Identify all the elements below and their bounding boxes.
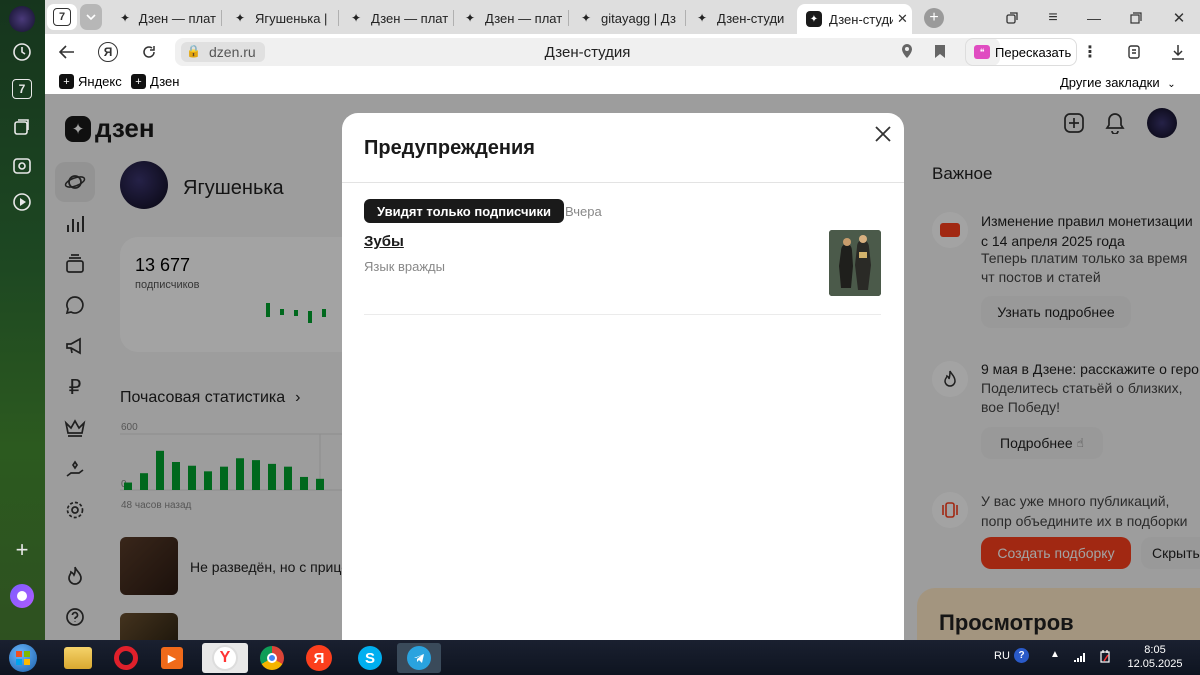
divider xyxy=(364,314,881,315)
downloads-list-icon[interactable] xyxy=(1125,42,1145,62)
restore-icon[interactable] xyxy=(1126,8,1146,28)
play-icon[interactable] xyxy=(11,191,33,213)
close-window-icon[interactable]: ✕ xyxy=(1169,8,1189,28)
telegram-icon[interactable] xyxy=(397,643,441,673)
dzen-star-icon: ✦ xyxy=(235,11,246,25)
tab-2[interactable]: ✦ Ягушенька | xyxy=(225,4,335,32)
publication-thumbnail[interactable] xyxy=(829,230,881,296)
profile-avatar[interactable] xyxy=(9,6,35,32)
tab-active[interactable]: ✦ Дзен-студи ✕ xyxy=(797,4,912,34)
warning-date: Вчера xyxy=(565,204,602,219)
alice-icon[interactable] xyxy=(10,584,34,608)
menu-icon[interactable]: ≡ xyxy=(1043,8,1063,28)
tab-label: gitayagg | Дз xyxy=(601,10,676,26)
tab-group-button[interactable]: 7 xyxy=(47,4,77,30)
dzen-star-icon: ✦ xyxy=(351,11,362,25)
close-tab-icon[interactable]: ✕ xyxy=(897,11,908,27)
tab-group-badge: 7 xyxy=(53,8,71,26)
location-icon[interactable] xyxy=(901,43,913,62)
tab-label: Дзен — плат xyxy=(371,10,449,26)
other-bookmarks-label: Другие закладки xyxy=(1060,75,1160,90)
dzen-star-icon: ✦ xyxy=(697,11,708,25)
chevron-down-icon: ⌄ xyxy=(1167,79,1176,90)
bookmarks-bar: + Яндекс + Дзен Другие закладки ⌄ xyxy=(45,70,1200,94)
tab-strip: 7 ✦ Дзен — плат ✦ Ягушенька | ✦ Дзен — плат… xyxy=(45,0,1200,34)
language-indicator[interactable]: RU xyxy=(994,650,1010,662)
warning-reason: Язык вражды xyxy=(364,259,445,274)
yandex-icon[interactable]: Я xyxy=(297,643,341,673)
modal-title: Предупреждения xyxy=(364,137,535,159)
address-bar[interactable]: 🔒 dzen.ru Дзен-студия xyxy=(175,38,1000,66)
chrome-icon[interactable] xyxy=(250,643,294,673)
tab-label: Дзен — плат xyxy=(485,10,563,26)
retell-label: Пересказать xyxy=(995,44,1072,60)
clock-time: 8:05 xyxy=(1144,644,1166,656)
explorer-icon[interactable] xyxy=(56,643,100,673)
page-title-text: Дзен-студия xyxy=(544,44,631,61)
skype-icon[interactable]: S xyxy=(348,643,392,673)
back-icon[interactable] xyxy=(57,42,77,62)
yandex-home-icon[interactable]: Я xyxy=(98,42,118,62)
close-icon[interactable] xyxy=(872,123,894,145)
yandex-browser-icon[interactable]: Y xyxy=(202,643,248,673)
tab-label: Дзен-студи xyxy=(717,10,785,26)
browser-toolbar: Я 🔒 dzen.ru Дзен-студия ❝ Пересказать ⋮ xyxy=(45,34,1200,70)
tab-1[interactable]: ✦ Дзен — плат xyxy=(110,4,216,32)
bookmark-icon[interactable] xyxy=(934,44,946,64)
tab-label: Дзен-студи xyxy=(829,11,893,27)
power-icon[interactable] xyxy=(1098,649,1112,668)
plus-box-icon: + xyxy=(59,74,74,89)
tab-label: Дзен — плат xyxy=(138,10,216,26)
windows-logo-icon xyxy=(9,643,37,672)
more-icon[interactable]: ⋮ xyxy=(1080,42,1100,62)
dzen-star-icon: ✦ xyxy=(581,11,592,25)
windows-taskbar: ▶ Y Я S RU ? ▲ 8:05 12.05.2025 xyxy=(0,640,1200,675)
opera-icon[interactable] xyxy=(104,643,148,673)
tab-label: Ягушенька | xyxy=(255,10,328,26)
retell-icon: ❝ xyxy=(974,45,990,59)
other-bookmarks[interactable]: Другие закладки ⌄ xyxy=(1060,75,1176,90)
history-icon[interactable] xyxy=(11,41,33,63)
clock-date: 12.05.2025 xyxy=(1127,658,1183,670)
media-player-icon[interactable]: ▶ xyxy=(150,643,194,673)
collections-icon[interactable] xyxy=(11,116,33,138)
bookmark-label: Дзен xyxy=(150,74,180,89)
dzen-logo-icon: ✦ xyxy=(806,11,822,27)
help-tray-icon[interactable]: ? xyxy=(1014,648,1029,663)
clock[interactable]: 8:05 12.05.2025 xyxy=(1124,643,1186,671)
publication-link[interactable]: Зубы xyxy=(364,233,404,250)
tab-5[interactable]: ✦ gitayagg | Дз xyxy=(571,4,683,32)
browser-sidebar: 7 + xyxy=(0,0,45,640)
tray-expand-icon[interactable]: ▲ xyxy=(1050,649,1060,660)
tabs-panel-icon[interactable] xyxy=(1002,8,1022,28)
new-tab-button[interactable]: + xyxy=(924,8,944,28)
divider xyxy=(342,182,904,183)
retell-button[interactable]: ❝ Пересказать xyxy=(965,38,1077,66)
refresh-icon[interactable] xyxy=(139,42,159,62)
dzen-star-icon: ✦ xyxy=(465,11,476,25)
network-icon[interactable] xyxy=(1073,650,1087,668)
screenshot-icon[interactable] xyxy=(11,155,33,177)
bookmark-yandex[interactable]: + Яндекс xyxy=(59,74,122,89)
start-button[interactable] xyxy=(3,640,43,675)
bookmark-dzen[interactable]: + Дзен xyxy=(131,74,179,89)
subscribers-only-badge: Увидят только подписчики xyxy=(364,199,564,223)
add-icon[interactable]: + xyxy=(11,537,33,562)
tab-4[interactable]: ✦ Дзен — плат xyxy=(455,4,565,32)
download-icon[interactable] xyxy=(1168,42,1188,62)
chevron-down-icon[interactable] xyxy=(80,4,102,30)
warnings-modal: Предупреждения Увидят только подписчики … xyxy=(342,113,904,648)
minimize-icon[interactable]: — xyxy=(1084,8,1104,28)
dzen-star-icon: ✦ xyxy=(120,11,131,25)
tab-6[interactable]: ✦ Дзен-студи xyxy=(687,4,795,32)
tab-3[interactable]: ✦ Дзен — плат xyxy=(341,4,451,32)
tab-groups-icon[interactable]: 7 xyxy=(12,79,32,99)
plus-box-icon: + xyxy=(131,74,146,89)
bookmark-label: Яндекс xyxy=(78,74,122,89)
